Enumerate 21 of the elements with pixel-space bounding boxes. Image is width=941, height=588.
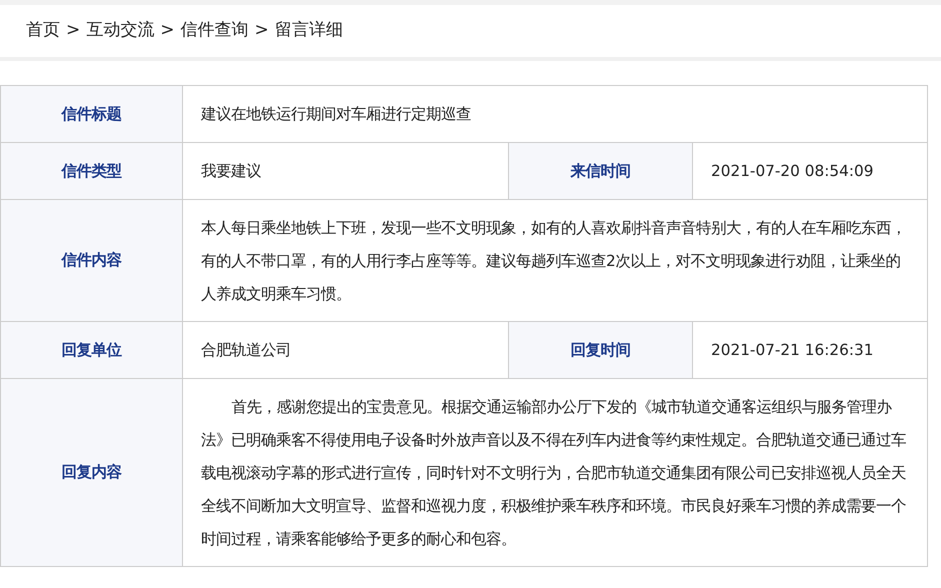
field-label: 回复内容 (0, 378, 182, 566)
separator: > (254, 19, 269, 42)
field-label: 回复单位 (0, 322, 182, 378)
field-value: 合肥轨道公司 (182, 322, 508, 378)
field-label: 来信时间 (508, 142, 692, 200)
field-paragraph: 首先，感谢您提出的宝贵意见。根据交通运输部办公厅下发的《城市轨道交通客运组织与服务管理办法》已明确乘客不得使用电子设备时外放声音以及不得在列车内进食等约束性规定。合肥轨道交通已通过车载电视滚动字幕的形式进行宣传，同时针对不文明行为，合肥市轨道交通集团有限公司已安排巡视人员全天全线不间断加大文明宣导、监督和巡视力度，积极维护乘车秩序和环境。市民良好乘车习惯的养成需要一个时间过程，请乘客能够给予更多的耐心和包容。 (182, 378, 928, 566)
field-label: 信件内容 (0, 200, 182, 322)
separator: > (66, 19, 80, 42)
field-label: 信件类型 (0, 142, 182, 200)
field-value: 2021-07-20 08:54:09 (692, 142, 928, 200)
field-value: 我要建议 (182, 142, 508, 200)
breadcrumb-link[interactable]: 留言详细 (274, 18, 343, 44)
field-label: 回复时间 (508, 322, 692, 378)
field-value: 建议在地铁运行期间对车厢进行定期巡查 (182, 86, 928, 142)
breadcrumb-link[interactable]: 首页 (26, 18, 60, 44)
breadcrumb-link[interactable]: 互动交流 (86, 18, 154, 44)
field-value: 2021-07-21 16:26:31 (692, 322, 928, 378)
separator: > (160, 19, 174, 42)
breadcrumb-link[interactable]: 信件查询 (180, 18, 248, 44)
field-value: 本人每日乘坐地铁上下班，发现一些不文明现象，如有的人喜欢刷抖音声音特别大，有的人在车厢吃东西，有的人不带口罩，有的人用行李占座等等。建议每趟列车巡查2次以上，对不文明现象进行劝阻，让乘坐的人养成文明乘车习惯。 (182, 200, 928, 322)
field-label: 信件标题 (0, 86, 182, 142)
